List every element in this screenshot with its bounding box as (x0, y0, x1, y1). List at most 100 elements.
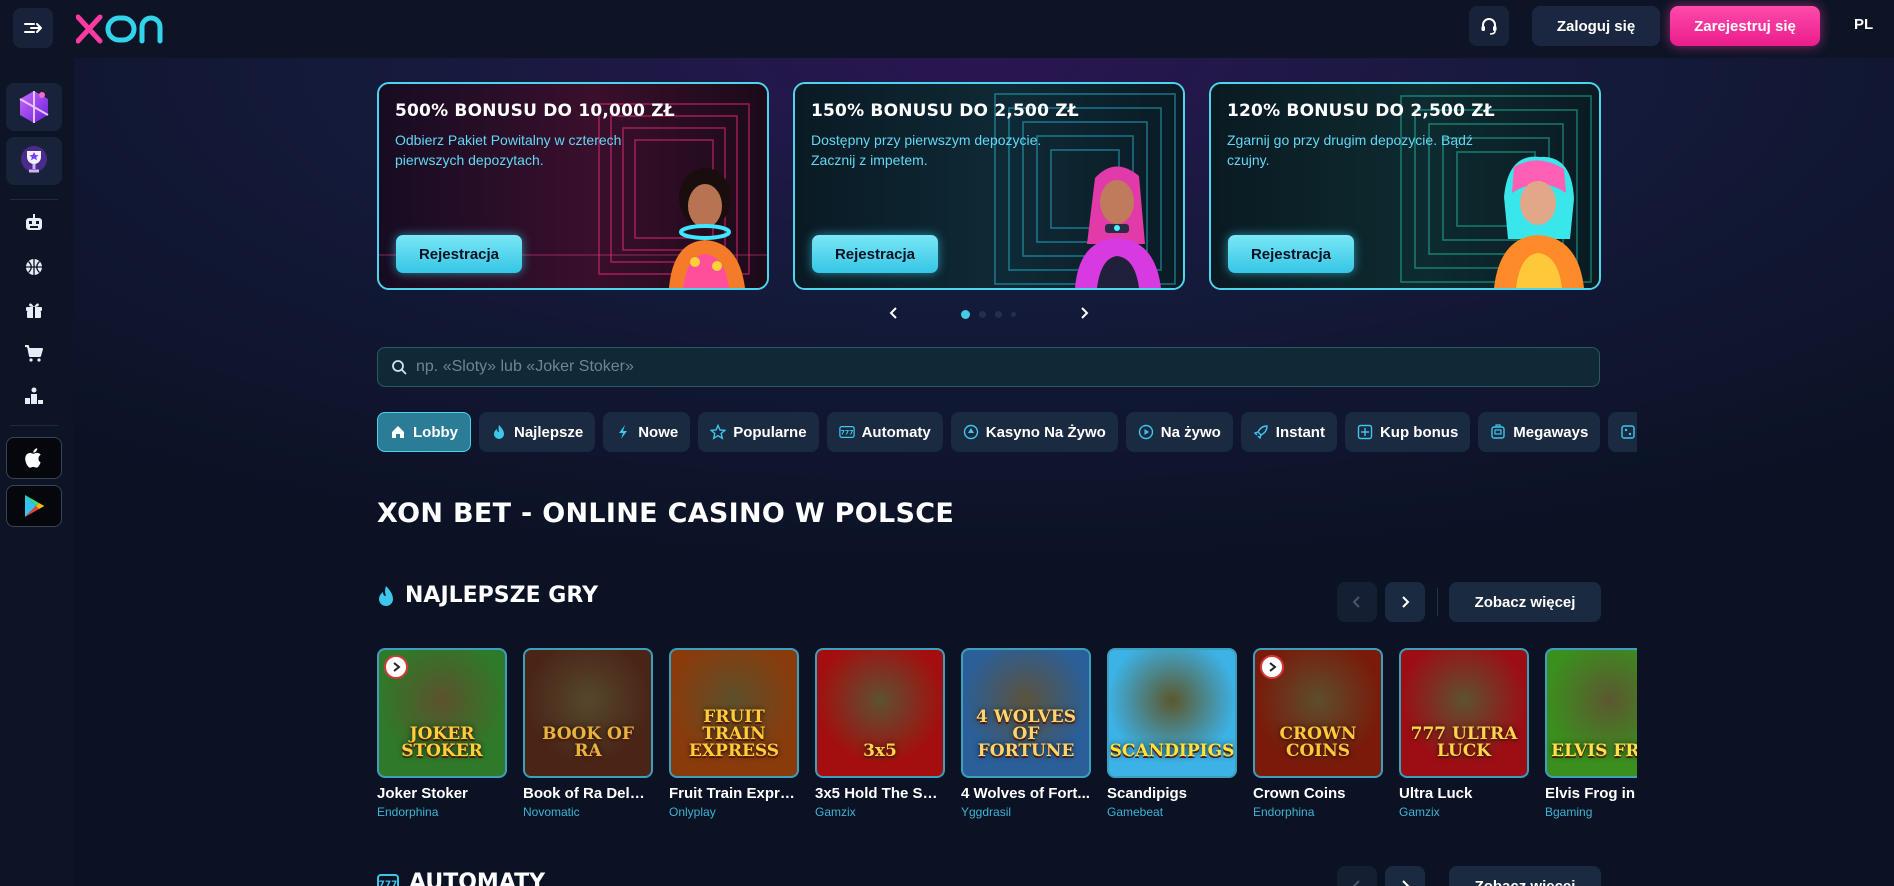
flame-icon (379, 585, 393, 606)
carousel-dot[interactable] (961, 310, 970, 319)
sidebar-divider (10, 199, 58, 200)
section-next-button[interactable] (1385, 582, 1425, 622)
section-prev-button[interactable] (1337, 582, 1377, 622)
carousel-dot[interactable] (979, 311, 986, 318)
sidebar-item-bonuses[interactable] (19, 295, 49, 325)
tab-popularne[interactable]: Popularne (698, 412, 819, 452)
see-more-button[interactable]: Zobacz więcej (1449, 582, 1601, 622)
section-next-button[interactable] (1385, 866, 1425, 886)
tab-najlepsze[interactable]: Najlepsze (479, 412, 596, 452)
game-title[interactable]: 4 Wolves of Fort... (961, 785, 1091, 802)
section-title: NAJLEPSZE GRY (405, 583, 599, 608)
game-thumbnail[interactable]: ELVIS FROG (1545, 648, 1637, 778)
game-thumbnail[interactable]: BOOK OF RA (523, 648, 653, 778)
game-title[interactable]: 3x5 Hold The Spin (815, 785, 945, 802)
tab-kup-bonus[interactable]: Kup bonus (1344, 412, 1471, 452)
carousel-prev-button[interactable] (884, 303, 904, 323)
game-title[interactable]: Scandipigs (1107, 785, 1237, 802)
section-prev-button[interactable] (1337, 866, 1377, 886)
play-badge-icon (384, 655, 408, 679)
cart-icon (25, 345, 43, 362)
language-selector[interactable]: PL (1854, 16, 1873, 33)
777-icon: 777 (838, 424, 855, 440)
section-header-najlepsze-gry: NAJLEPSZE GRY (377, 583, 598, 608)
game-thumbnail[interactable]: JOKER STOKER (377, 648, 507, 778)
game-card[interactable]: ELVIS FROG Elvis Frog in V... Bgaming (1545, 648, 1637, 819)
sidebar-item-casino[interactable] (19, 208, 49, 238)
game-card[interactable]: 777 ULTRA LUCK Ultra Luck Gamzix (1399, 648, 1529, 819)
game-title[interactable]: Joker Stoker (377, 785, 507, 802)
game-provider[interactable]: Gamebeat (1107, 805, 1237, 819)
carousel-dot[interactable] (1011, 312, 1016, 317)
game-card[interactable]: CROWN COINS Crown Coins Endorphina (1253, 648, 1383, 819)
game-title[interactable]: Elvis Frog in V... (1545, 785, 1637, 802)
google-play-button[interactable] (6, 485, 62, 527)
banner-register-button[interactable]: Rejestracja (396, 235, 522, 273)
google-play-icon (25, 495, 44, 517)
promo-banner-2[interactable]: 150% BONUSU DO 2,500 ZŁ Dostępny przy pi… (793, 82, 1185, 290)
game-thumbnail[interactable]: 4 WOLVES OF FORTUNE (961, 648, 1091, 778)
game-card[interactable]: SCANDIPIGS Scandipigs Gamebeat (1107, 648, 1237, 819)
register-button[interactable]: Zarejestruj się (1670, 6, 1820, 46)
support-button[interactable] (1469, 6, 1509, 46)
tab-megaways[interactable]: Megaways (1478, 412, 1601, 452)
sidebar-promo-bonus[interactable] (6, 83, 62, 131)
play-badge-icon (1260, 655, 1284, 679)
menu-arrow-icon (24, 23, 42, 33)
tab-lobby[interactable]: Lobby (377, 412, 471, 452)
tab-nowe[interactable]: Nowe (603, 412, 691, 452)
sidebar-item-shop[interactable] (19, 338, 49, 368)
banner-register-button[interactable]: Rejestracja (812, 235, 938, 273)
carousel-next-button[interactable] (1074, 303, 1094, 323)
game-provider[interactable]: Novomatic (523, 805, 653, 819)
game-thumbnail[interactable]: FRUIT TRAIN EXPRESS (669, 648, 799, 778)
tab-automaty[interactable]: 777 Automaty (826, 412, 943, 452)
tab-label: Kup bonus (1379, 423, 1459, 441)
logo[interactable] (76, 9, 168, 49)
search-input[interactable] (416, 358, 1599, 376)
game-title[interactable]: Crown Coins (1253, 785, 1383, 802)
sidebar-promo-tournament[interactable] (6, 137, 62, 185)
game-thumbnail-title: ELVIS FROG (1551, 741, 1637, 761)
banner-title: 150% BONUSU DO 2,500 ZŁ (811, 101, 1079, 121)
game-thumbnail[interactable]: 777 ULTRA LUCK (1399, 648, 1529, 778)
game-card[interactable]: JOKER STOKER Joker Stoker Endorphina (377, 648, 507, 819)
game-thumbnail-title: SCANDIPIGS (1109, 741, 1235, 761)
game-provider[interactable]: Gamzix (1399, 805, 1529, 819)
login-button[interactable]: Zaloguj się (1532, 6, 1660, 46)
games-row: JOKER STOKER Joker Stoker Endorphina BOOK O… (377, 648, 1637, 828)
see-more-button[interactable]: Zobacz więcej (1449, 866, 1601, 886)
game-provider[interactable]: Bgaming (1545, 805, 1637, 819)
game-provider[interactable]: Onlyplay (669, 805, 799, 819)
game-thumbnail[interactable]: CROWN COINS (1253, 648, 1383, 778)
banner-register-button[interactable]: Rejestracja (1228, 235, 1354, 273)
game-title[interactable]: Book of Ra Delux... (523, 785, 653, 802)
game-title[interactable]: Fruit Train Expre... (669, 785, 799, 802)
game-card[interactable]: 3x5 3x5 Hold The Spin Gamzix (815, 648, 945, 819)
carousel-dot[interactable] (995, 311, 1002, 318)
game-card[interactable]: BOOK OF RA Book of Ra Delux... Novomatic (523, 648, 653, 819)
tab-na-zywo[interactable]: Na żywo (1125, 412, 1233, 452)
sidebar-item-sports[interactable] (19, 252, 49, 282)
game-title[interactable]: Ultra Luck (1399, 785, 1529, 802)
game-provider[interactable]: Endorphina (377, 805, 507, 819)
chevron-right-icon (1402, 880, 1410, 886)
home-icon (390, 424, 406, 440)
game-provider[interactable]: Gamzix (815, 805, 945, 819)
game-card[interactable]: 4 WOLVES OF FORTUNE 4 Wolves of Fort... Yg… (961, 648, 1091, 819)
game-thumbnail[interactable]: SCANDIPIGS (1107, 648, 1237, 778)
promo-banner-3[interactable]: 120% BONUSU DO 2,500 ZŁ Zgarnij go przy … (1209, 82, 1601, 290)
game-card[interactable]: FRUIT TRAIN EXPRESS Fruit Train Expre... O… (669, 648, 799, 819)
sidebar-item-tournaments[interactable] (19, 381, 49, 411)
game-provider[interactable]: Endorphina (1253, 805, 1383, 819)
tab-instant[interactable]: Instant (1240, 412, 1337, 452)
tab-kasyno-na-zywo[interactable]: Kasyno Na Żywo (950, 412, 1118, 452)
game-thumbnail[interactable]: 3x5 (815, 648, 945, 778)
sidebar-toggle-button[interactable] (13, 8, 53, 48)
app-store-button[interactable] (6, 437, 62, 479)
banner-title: 120% BONUSU DO 2,500 ZŁ (1227, 101, 1495, 121)
tab-label: Automaty (861, 423, 931, 441)
tab-more[interactable] (1608, 412, 1637, 452)
game-provider[interactable]: Yggdrasil (961, 805, 1091, 819)
promo-banner-1[interactable]: 500% BONUSU DO 10,000 ZŁ Odbierz Pakiet … (377, 82, 769, 290)
